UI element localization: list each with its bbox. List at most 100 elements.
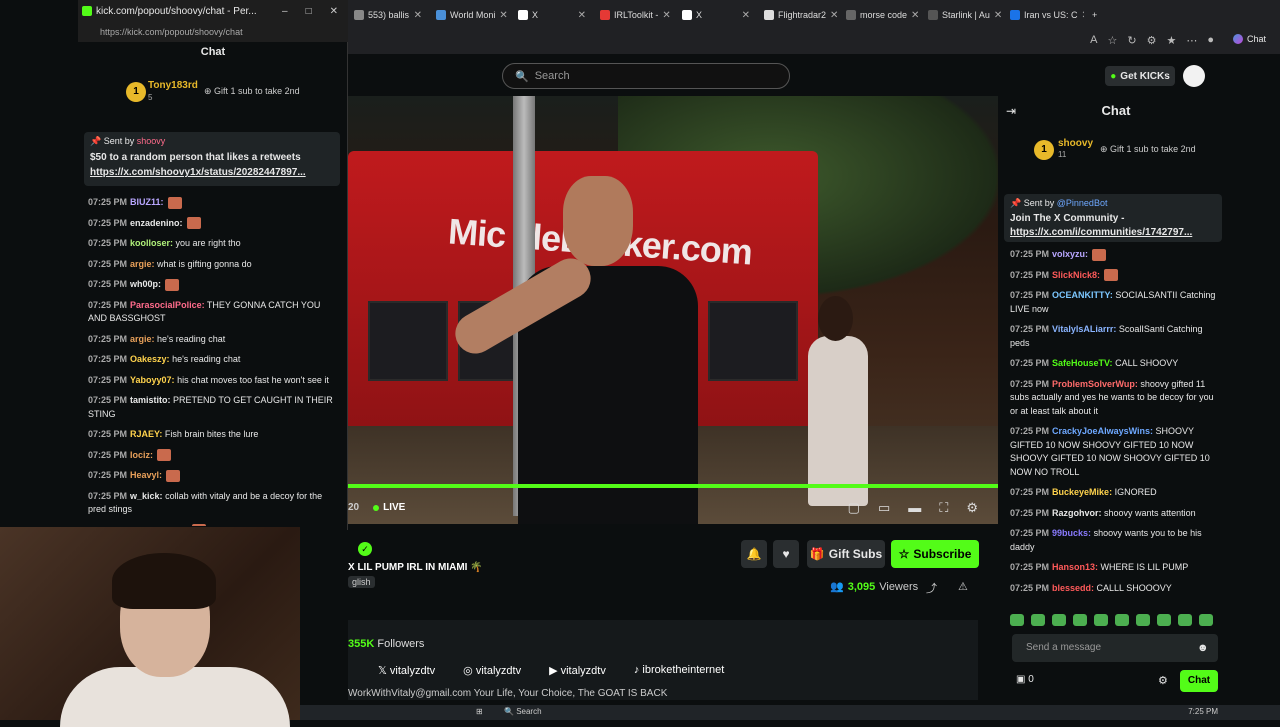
video-player[interactable]: Mic leDecker.com bbox=[348, 96, 998, 524]
more-icon[interactable]: ⋯ bbox=[1186, 34, 1197, 47]
message-username[interactable]: Hanson13: bbox=[1052, 562, 1098, 572]
message-username[interactable]: Heavyl: bbox=[130, 470, 162, 480]
message-username[interactable]: SlickNick8: bbox=[1052, 270, 1100, 280]
favorite-icon[interactable]: ☆ bbox=[1108, 34, 1118, 47]
pinned-message[interactable]: 📌 Sent by @PinnedBot Join The X Communit… bbox=[1004, 194, 1222, 242]
start-icon[interactable]: ⊞ bbox=[476, 707, 483, 716]
chat-message[interactable]: 07:25 PM Heavyl: bbox=[88, 469, 338, 483]
chat-message[interactable]: 07:25 PM VitalylsALiarrr: ScoalISanti Cat… bbox=[1010, 323, 1222, 350]
message-username[interactable]: Oakeszy: bbox=[130, 354, 170, 364]
browser-tab[interactable]: Starlink | Au ✕ bbox=[922, 4, 1002, 26]
browser-tab[interactable]: morse code ✕ bbox=[840, 4, 920, 26]
chat-message[interactable]: 07:25 PM wh00p: bbox=[88, 278, 338, 292]
chat-input[interactable]: Send a message bbox=[1012, 634, 1218, 662]
read-aloud-icon[interactable]: A bbox=[1090, 34, 1097, 47]
minimize-icon[interactable]: – bbox=[282, 6, 288, 17]
close-tab-icon[interactable]: ✕ bbox=[1082, 10, 1084, 21]
social-link[interactable]: 𝕏 vitalyzdtv bbox=[378, 664, 435, 677]
chat-message[interactable]: 07:25 PM koolloser: you are right tho bbox=[88, 237, 338, 251]
message-username[interactable]: BuckeyeMike: bbox=[1052, 487, 1112, 497]
chat-message[interactable]: 07:25 PM argie: what is gifting gonna do bbox=[88, 258, 338, 272]
chat-message[interactable]: 07:25 PM SlickNick8: bbox=[1010, 269, 1222, 283]
pinned-message[interactable]: 📌 Sent by shoovy $50 to a random person … bbox=[84, 132, 340, 186]
close-tab-icon[interactable]: ✕ bbox=[742, 10, 750, 21]
chat-settings-icon[interactable]: ⚙ bbox=[1158, 674, 1168, 687]
chat-message[interactable]: 07:25 PM CrackyJoeAlwaysWins: SHOOVY GIFT… bbox=[1010, 425, 1222, 479]
notification-bell-button[interactable]: 🔔 bbox=[741, 540, 767, 568]
message-username[interactable]: CrackyJoeAlwaysWins: bbox=[1052, 426, 1153, 436]
share-icon[interactable]: ⤴ bbox=[926, 580, 937, 596]
message-username[interactable]: Yaboyy07: bbox=[130, 375, 175, 385]
chat-message[interactable]: 07:25 PM SafeHouseTV: CALL SHOOVY bbox=[1010, 357, 1222, 371]
browser-tab[interactable]: Iran vs US: C ✕ bbox=[1004, 4, 1084, 26]
message-username[interactable]: argie: bbox=[130, 334, 155, 344]
close-tab-icon[interactable]: ✕ bbox=[499, 10, 507, 21]
social-link[interactable]: ▶ vitalyzdtv bbox=[549, 664, 606, 677]
chat-message[interactable]: 07:25 PM w_kick: collab with vitaly and b… bbox=[88, 490, 338, 517]
language-tag[interactable]: glish bbox=[348, 576, 375, 588]
chat-message[interactable]: 07:25 PM Oakeszy: he's reading chat bbox=[88, 353, 338, 367]
message-username[interactable]: w_kick: bbox=[130, 491, 163, 501]
follow-heart-button[interactable]: ♥ bbox=[773, 540, 799, 568]
emote-bar[interactable] bbox=[1010, 614, 1213, 626]
browser-tab[interactable]: X ✕ bbox=[512, 4, 592, 26]
message-username[interactable]: wh00p: bbox=[130, 279, 161, 289]
message-username[interactable]: VitalylsALiarrr: bbox=[1052, 324, 1116, 334]
user-avatar[interactable] bbox=[1183, 65, 1205, 87]
chat-message[interactable]: 07:25 PM volxyzu: bbox=[1010, 248, 1222, 262]
extensions-icon[interactable]: ⚙ bbox=[1147, 34, 1157, 47]
refresh-icon[interactable]: ↻ bbox=[1127, 34, 1136, 47]
mini-player-icon[interactable]: ▢ bbox=[848, 500, 860, 516]
browser-tab[interactable]: IRLToolkit - ✕ bbox=[594, 4, 674, 26]
collections-icon[interactable]: ★ bbox=[1166, 34, 1176, 47]
chat-message[interactable]: 07:25 PM BuckeyeMike: IGNORED bbox=[1010, 486, 1222, 500]
message-username[interactable]: ParasocialPolice: bbox=[130, 300, 205, 310]
copilot-chat-button[interactable]: Chat bbox=[1232, 34, 1266, 44]
subscribe-button[interactable]: ☆ Subscribe bbox=[891, 540, 979, 568]
profile-avatar[interactable]: ● bbox=[1207, 34, 1214, 47]
message-username[interactable]: OCEANKITTY: bbox=[1052, 290, 1113, 300]
pinned-link[interactable]: https://x.com/shoovy1x/status/2028244789… bbox=[90, 167, 330, 178]
close-tab-icon[interactable]: ✕ bbox=[830, 10, 838, 21]
close-tab-icon[interactable]: ✕ bbox=[578, 10, 586, 21]
clip-icon[interactable]: ▭ bbox=[878, 500, 890, 516]
message-username[interactable]: blessedd: bbox=[1052, 583, 1094, 593]
message-username[interactable]: koolloser: bbox=[130, 238, 173, 248]
browser-tab[interactable]: 553) ballis ✕ bbox=[348, 4, 428, 26]
chat-message[interactable]: 07:25 PM Iociz: bbox=[88, 449, 338, 463]
browser-tab[interactable]: X ✕ bbox=[676, 4, 756, 26]
browser-tab[interactable]: Flightradar2 ✕ bbox=[758, 4, 838, 26]
chat-message[interactable]: 07:25 PM Hanson13: WHERE IS LIL PUMP bbox=[1010, 561, 1222, 575]
points-display[interactable]: ▣ 0 bbox=[1016, 674, 1034, 685]
chat-message[interactable]: 07:25 PM tamistito: PRETEND TO GET CAUGHT… bbox=[88, 394, 338, 421]
chat-message[interactable]: 07:25 PM ProblemSolverWup: shoovy gifted … bbox=[1010, 378, 1222, 419]
message-username[interactable]: SafeHouseTV: bbox=[1052, 358, 1113, 368]
close-tab-icon[interactable]: ✕ bbox=[662, 10, 670, 21]
close-icon[interactable]: ✕ bbox=[330, 6, 338, 17]
settings-icon[interactable]: ⚙ bbox=[966, 500, 978, 516]
chat-message[interactable]: 07:25 PM Yaboyy07: his chat moves too fas… bbox=[88, 374, 338, 388]
gift-subs-button[interactable]: 🎁 Gift Subs bbox=[807, 540, 885, 568]
message-username[interactable]: Iociz: bbox=[130, 450, 153, 460]
message-username[interactable]: enzadenino: bbox=[130, 218, 183, 228]
chat-message[interactable]: 07:25 PMgrand_upper: bbox=[88, 524, 338, 527]
emoji-icon[interactable]: ☻ bbox=[1197, 642, 1209, 654]
new-tab-button[interactable]: + bbox=[1086, 4, 1103, 26]
chat-message[interactable]: 07:25 PM BIUZ11: bbox=[88, 196, 338, 210]
fullscreen-icon[interactable]: ⛶ bbox=[939, 500, 948, 516]
message-username[interactable]: grand_upper: bbox=[130, 525, 188, 527]
chat-message[interactable]: 07:25 PM 99bucks: shoovy wants you to be … bbox=[1010, 527, 1222, 554]
get-kicks-button[interactable]: ● Get KICKs bbox=[1105, 66, 1175, 86]
message-username[interactable]: RJAEY: bbox=[130, 429, 162, 439]
pinned-link[interactable]: https://x.com/i/communities/1742797... bbox=[1010, 227, 1210, 238]
gift-prompt[interactable]: ⊕ Gift 1 sub to take 2nd bbox=[204, 86, 300, 97]
gift-prompt[interactable]: ⊕ Gift 1 sub to take 2nd bbox=[1100, 144, 1196, 155]
chat-message[interactable]: 07:25 PM argie: he's reading chat bbox=[88, 333, 338, 347]
message-username[interactable]: ProblemSolverWup: bbox=[1052, 379, 1138, 389]
chat-message[interactable]: 07:25 PM RJAEY: Fish brain bites the lure bbox=[88, 428, 338, 442]
search-input[interactable]: 🔍 Search bbox=[502, 63, 790, 89]
send-chat-button[interactable]: Chat bbox=[1180, 670, 1218, 692]
chat-message[interactable]: 07:25 PM blessedd: CALLL SHOOOVY bbox=[1010, 582, 1222, 596]
chat-message[interactable]: 07:25 PM Razgohvor: shoovy wants attentio… bbox=[1010, 507, 1222, 521]
chat-message[interactable]: 07:25 PM enzadenino: bbox=[88, 217, 338, 231]
